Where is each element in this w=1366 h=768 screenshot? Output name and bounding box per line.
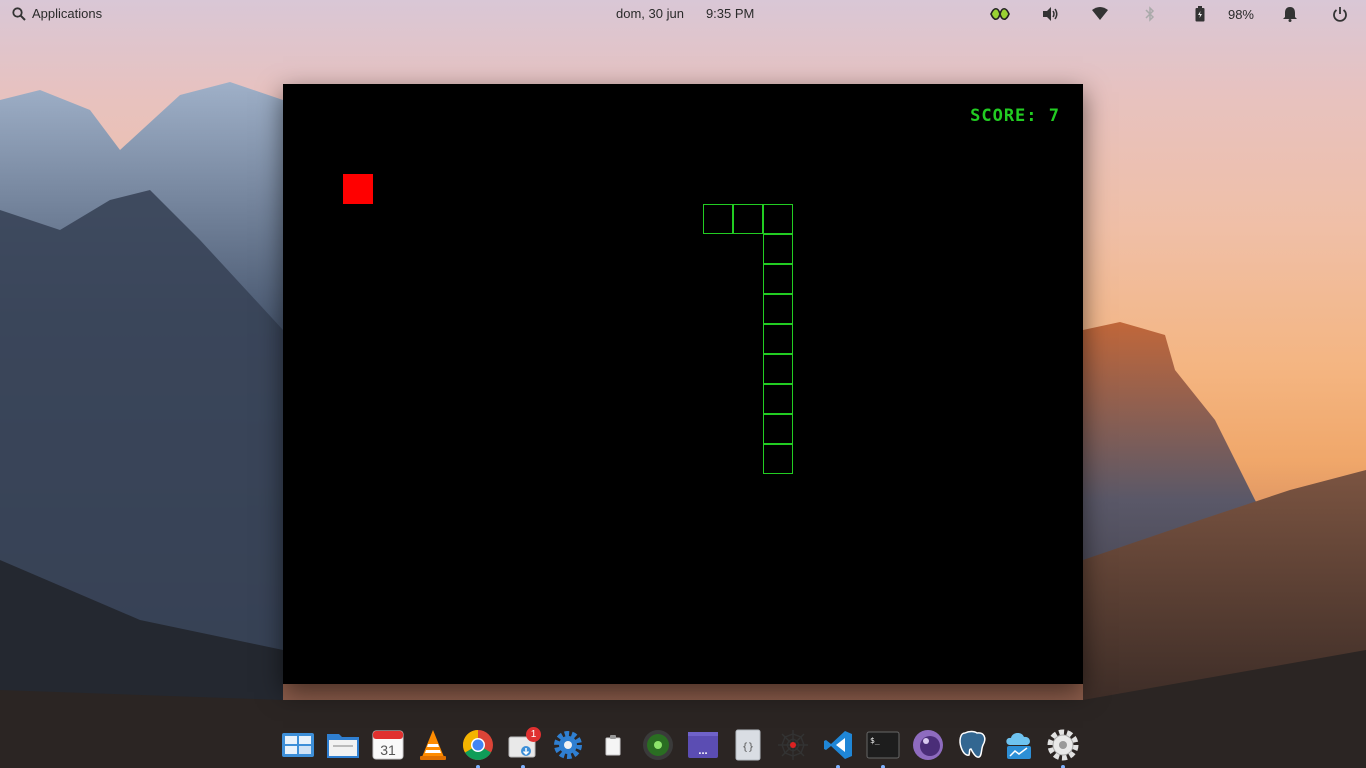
code-editor-icon: {}	[735, 729, 761, 761]
purple-orb-icon	[913, 730, 943, 760]
power-icon[interactable]	[1326, 4, 1354, 24]
vlc-icon	[420, 730, 446, 760]
system-settings-gear-icon	[554, 731, 582, 759]
purple-terminal-label: ...	[698, 745, 707, 757]
snake-segment	[763, 414, 793, 444]
snake-segment	[763, 234, 793, 264]
snake-game-window[interactable]: SCORE: 7	[283, 84, 1083, 684]
battery-percent: 98%	[1227, 6, 1254, 22]
terminal-prompt: $_	[870, 736, 880, 745]
chrome-icon	[462, 730, 493, 761]
dock-item-settings[interactable]	[1043, 725, 1083, 768]
dock-item-appcenter[interactable]: 1	[503, 725, 543, 768]
snake-segment	[703, 204, 733, 234]
terminal-icon: $_	[866, 731, 900, 759]
dock-item-cloud-app[interactable]	[998, 725, 1038, 765]
dock-item-calendar[interactable]: 31	[368, 725, 408, 765]
dock-item-multitasking-view[interactable]	[278, 725, 318, 765]
dock-item-green-orb[interactable]	[638, 725, 678, 765]
applications-label: Applications	[32, 6, 103, 21]
volume-icon[interactable]	[1036, 4, 1064, 24]
food-block	[343, 174, 373, 204]
postgresql-elephant-icon	[959, 730, 986, 758]
dock-item-terminal[interactable]: $_	[863, 725, 903, 768]
code-editor-label: {}	[742, 742, 754, 753]
battery-icon[interactable]	[1186, 4, 1214, 24]
files-icon	[327, 734, 359, 758]
applications-menu[interactable]: Applications	[12, 6, 102, 21]
update-badge: 1	[526, 727, 541, 742]
calendar-icon: 31	[372, 730, 404, 760]
dock-item-files[interactable]	[323, 725, 363, 765]
snake-segment	[763, 324, 793, 354]
dock-item-code-editor[interactable]: {}	[728, 725, 768, 765]
snake-segment	[733, 204, 763, 234]
dock-item-clipboard[interactable]	[593, 725, 633, 765]
dock-item-vlc[interactable]	[413, 725, 453, 765]
dock: 31 1 ... {} $_	[278, 722, 1083, 768]
purple-terminal-icon: ...	[688, 732, 718, 758]
snake-segment	[763, 294, 793, 324]
green-orb-icon	[643, 730, 673, 760]
snake-segment	[763, 204, 793, 234]
snake-segment	[763, 444, 793, 474]
snake-segment	[763, 354, 793, 384]
multitasking-view-icon	[282, 733, 314, 757]
dock-item-spider-web[interactable]	[773, 725, 813, 765]
dock-item-chrome[interactable]	[458, 725, 498, 768]
settings-gear-icon	[1047, 729, 1079, 761]
search-icon	[12, 6, 26, 21]
score-label: SCORE: 7	[970, 106, 1060, 126]
wifi-icon[interactable]	[1086, 4, 1114, 24]
cloud-app-icon	[1006, 732, 1031, 759]
dock-item-purple-orb[interactable]	[908, 725, 948, 765]
spider-web-icon	[778, 730, 808, 760]
indicator-area: 98%	[964, 4, 1354, 24]
dock-item-system-settings[interactable]	[548, 725, 588, 765]
vscode-icon	[824, 731, 852, 759]
notifications-icon[interactable]	[1276, 4, 1304, 24]
dock-item-vscode[interactable]	[818, 725, 858, 768]
dock-item-purple-terminal[interactable]: ...	[683, 725, 723, 765]
time-label: 9:35 PM	[705, 6, 755, 21]
snake-segment	[763, 264, 793, 294]
dock-item-postgresql[interactable]	[953, 725, 993, 765]
clipboard-icon	[605, 735, 621, 756]
bluetooth-icon[interactable]	[1136, 4, 1164, 24]
datetime-indicator[interactable]: dom, 30 jun 9:35 PM	[616, 6, 754, 21]
date-label: dom, 30 jun	[616, 6, 684, 21]
top-panel: Applications dom, 30 jun 9:35 PM 98%	[0, 0, 1366, 28]
snake-segment	[763, 384, 793, 414]
app-indicator-icon[interactable]	[986, 4, 1014, 24]
calendar-day: 31	[380, 742, 396, 758]
